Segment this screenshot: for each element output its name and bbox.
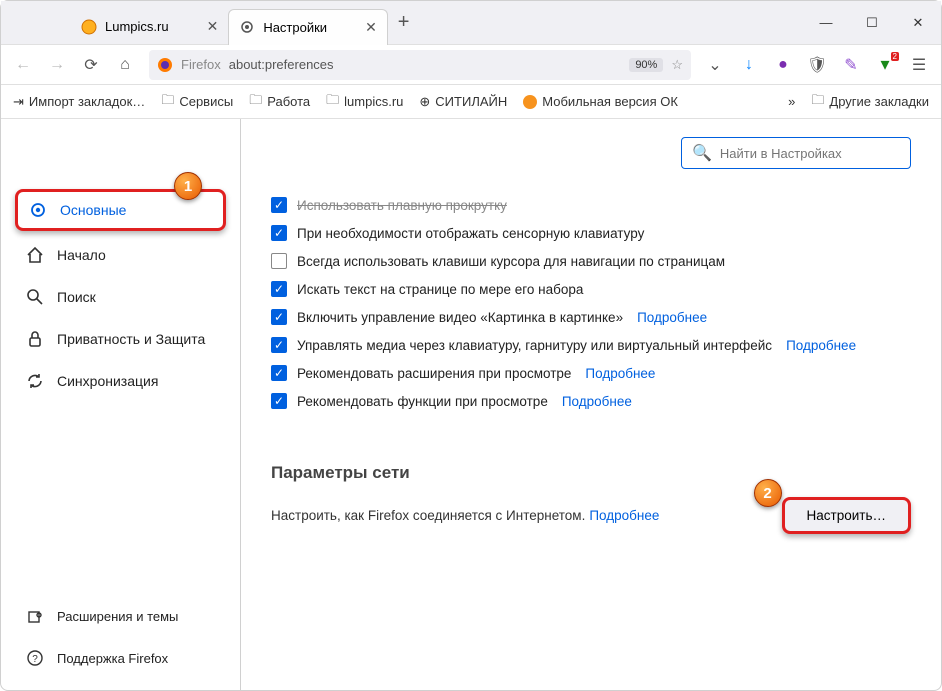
feather-icon[interactable]: ✎ bbox=[841, 55, 861, 75]
close-icon[interactable]: ✕ bbox=[207, 18, 219, 35]
identity-label: Firefox bbox=[181, 57, 221, 72]
sidebar-item-label: Поддержка Firefox bbox=[57, 651, 168, 666]
window-controls: ― ☐ ✕ bbox=[803, 1, 941, 45]
url-bar[interactable]: Firefox about:preferences 90% ☆ bbox=[149, 50, 691, 80]
sidebar-item-label: Начало bbox=[57, 247, 106, 263]
new-tab-button[interactable]: + bbox=[398, 11, 410, 34]
bm-folder[interactable]: 🗀 Сервисы bbox=[161, 91, 233, 113]
bm-folder[interactable]: 🗀 lumpics.ru bbox=[326, 91, 403, 113]
tab-settings[interactable]: Настройки ✕ bbox=[228, 9, 387, 45]
bm-item[interactable]: Мобильная версия ОК bbox=[523, 94, 678, 109]
tab-label: Настройки bbox=[263, 20, 327, 35]
nav-toolbar: ← → ⟳ ⌂ Firefox about:preferences 90% ☆ … bbox=[1, 45, 941, 85]
reload-icon[interactable]: ⟳ bbox=[81, 55, 101, 75]
back-icon[interactable]: ← bbox=[13, 56, 33, 74]
learn-more-link[interactable]: Подробнее bbox=[562, 394, 632, 409]
opt-media-keys[interactable]: Управлять медиа через клавиатуру, гарнит… bbox=[271, 337, 911, 353]
sidebar-item-label: Основные bbox=[60, 202, 126, 218]
checkbox-icon[interactable] bbox=[271, 337, 287, 353]
bookmarks-bar: ⇥ Импорт закладок… 🗀 Сервисы 🗀 Работа 🗀 … bbox=[1, 85, 941, 119]
network-heading: Параметры сети bbox=[271, 463, 911, 483]
learn-more-link[interactable]: Подробнее bbox=[585, 366, 655, 381]
opt-search-as-type[interactable]: Искать текст на странице по мере его наб… bbox=[271, 281, 911, 297]
checkbox-icon[interactable] bbox=[271, 281, 287, 297]
star-icon[interactable]: ☆ bbox=[671, 57, 683, 73]
sidebar-item-sync[interactable]: Синхронизация bbox=[15, 363, 226, 399]
import-bookmarks[interactable]: ⇥ Импорт закладок… bbox=[13, 94, 145, 110]
sidebar-item-label: Расширения и темы bbox=[57, 609, 178, 624]
network-settings-button[interactable]: Настроить… bbox=[782, 497, 911, 534]
close-icon[interactable]: ✕ bbox=[365, 19, 377, 36]
sidebar-item-label: Приватность и Защита bbox=[57, 331, 205, 347]
puzzle-icon bbox=[25, 606, 45, 626]
minimize-button[interactable]: ― bbox=[803, 1, 849, 45]
bm-overflow[interactable]: » bbox=[788, 94, 795, 109]
checkbox-icon[interactable] bbox=[271, 309, 287, 325]
learn-more-link[interactable]: Подробнее bbox=[589, 508, 659, 523]
checkbox-icon[interactable] bbox=[271, 365, 287, 381]
search-icon bbox=[25, 287, 45, 307]
tab-strip: Lumpics.ru ✕ Настройки ✕ + ― ☐ ✕ bbox=[1, 1, 941, 45]
menu-icon[interactable]: ☰ bbox=[909, 55, 929, 75]
help-icon: ? bbox=[25, 648, 45, 668]
shield-icon[interactable]: 🛡 bbox=[807, 55, 827, 75]
learn-more-link[interactable]: Подробнее bbox=[637, 310, 707, 325]
sidebar-item-home[interactable]: Начало bbox=[15, 237, 226, 273]
svg-text:?: ? bbox=[32, 654, 38, 665]
home-icon bbox=[25, 245, 45, 265]
browsing-options: Использовать плавную прокрутку При необх… bbox=[271, 197, 911, 409]
search-input[interactable] bbox=[720, 146, 900, 161]
firefox-icon bbox=[157, 57, 173, 73]
savefrom-icon[interactable]: ▾2 bbox=[875, 54, 895, 75]
network-text: Настроить, как Firefox соединяется с Инт… bbox=[271, 508, 585, 523]
annotation-marker-2: 2 bbox=[754, 479, 782, 507]
opt-recommend-ext[interactable]: Рекомендовать расширения при просмотреПо… bbox=[271, 365, 911, 381]
url-text: about:preferences bbox=[229, 57, 622, 72]
opt-caret-browsing[interactable]: Всегда использовать клавиши курсора для … bbox=[271, 253, 911, 269]
opt-recommend-feat[interactable]: Рекомендовать функции при просмотреПодро… bbox=[271, 393, 911, 409]
checkbox-icon[interactable] bbox=[271, 393, 287, 409]
content-area: Основные 1 Начало Поиск Приватность и За… bbox=[1, 119, 941, 690]
home-icon[interactable]: ⌂ bbox=[115, 56, 135, 74]
annotation-marker-1: 1 bbox=[174, 172, 202, 200]
close-window-button[interactable]: ✕ bbox=[895, 1, 941, 45]
sidebar-extensions[interactable]: Расширения и темы bbox=[15, 598, 226, 634]
settings-main: 🔍 Использовать плавную прокрутку При нео… bbox=[241, 119, 941, 690]
opt-pip[interactable]: Включить управление видео «Картинка в ка… bbox=[271, 309, 911, 325]
lock-icon bbox=[25, 329, 45, 349]
maximize-button[interactable]: ☐ bbox=[849, 1, 895, 45]
bm-folder[interactable]: 🗀 Работа bbox=[249, 91, 310, 113]
bm-other[interactable]: 🗀 Другие закладки bbox=[811, 91, 929, 113]
checkbox-icon[interactable] bbox=[271, 253, 287, 269]
sidebar-item-privacy[interactable]: Приватность и Защита bbox=[15, 321, 226, 357]
opt-touch-keyboard[interactable]: При необходимости отображать сенсорную к… bbox=[271, 225, 911, 241]
learn-more-link[interactable]: Подробнее bbox=[786, 338, 856, 353]
tab-label: Lumpics.ru bbox=[105, 19, 169, 34]
network-row: Настроить, как Firefox соединяется с Инт… bbox=[271, 497, 911, 534]
site-icon bbox=[81, 19, 97, 35]
download-icon[interactable]: ↓ bbox=[739, 56, 759, 74]
zoom-badge[interactable]: 90% bbox=[629, 58, 663, 72]
sidebar-item-search[interactable]: Поиск bbox=[15, 279, 226, 315]
checkbox-icon[interactable] bbox=[271, 197, 287, 213]
sidebar-item-label: Синхронизация bbox=[57, 373, 158, 389]
opt-smooth-scroll[interactable]: Использовать плавную прокрутку bbox=[271, 197, 911, 213]
settings-search[interactable]: 🔍 bbox=[681, 137, 911, 169]
checkbox-icon[interactable] bbox=[271, 225, 287, 241]
bm-item[interactable]: ⊕ СИТИЛАЙН bbox=[419, 94, 507, 110]
gear-icon bbox=[28, 200, 48, 220]
settings-sidebar: Основные 1 Начало Поиск Приватность и За… bbox=[1, 119, 241, 690]
sidebar-support[interactable]: ? Поддержка Firefox bbox=[15, 640, 226, 676]
sync-icon bbox=[25, 371, 45, 391]
sidebar-item-label: Поиск bbox=[57, 289, 96, 305]
pocket-icon[interactable]: ⌄ bbox=[705, 55, 725, 75]
forward-icon[interactable]: → bbox=[47, 56, 67, 74]
gear-icon bbox=[239, 19, 255, 35]
extension-icon[interactable]: ● bbox=[773, 56, 793, 74]
tab-lumpics[interactable]: Lumpics.ru ✕ bbox=[71, 9, 228, 45]
search-icon: 🔍 bbox=[692, 143, 712, 163]
